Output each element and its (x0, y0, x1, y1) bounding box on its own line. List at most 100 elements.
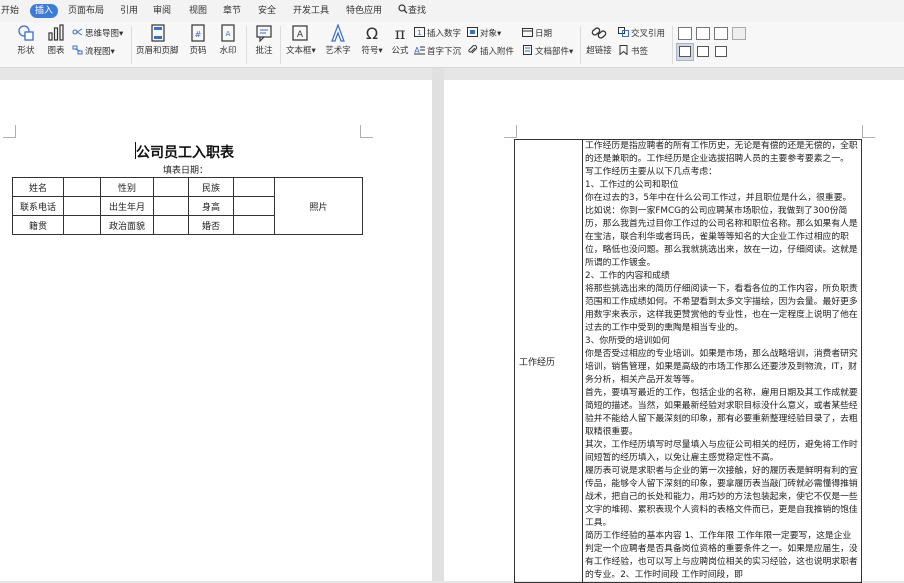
table-cell[interactable] (153, 177, 189, 197)
watermark-icon: A (221, 24, 235, 42)
textbox-style-4-icon[interactable] (732, 27, 746, 40)
table-cell[interactable]: 身高 (188, 196, 234, 216)
object-button[interactable]: 对象▾ (467, 27, 501, 39)
table-cell[interactable] (233, 196, 275, 216)
insert-number-button[interactable]: 1 插入数字 (414, 27, 461, 39)
art-text-label: 艺术字 (325, 46, 351, 56)
textbox-label: 文本框▾ (286, 46, 316, 56)
menu-find[interactable]: 查找 (398, 4, 426, 18)
work-experience-label[interactable]: 工作经历 (514, 139, 583, 583)
menu-view[interactable]: 视图 (189, 4, 207, 18)
calendar-icon (522, 28, 533, 37)
menu-review[interactable]: 审阅 (153, 4, 171, 18)
date-label: 日期 (535, 29, 553, 39)
menu-reference[interactable]: 引用 (120, 4, 138, 18)
object-icon (467, 27, 478, 37)
table-cell[interactable]: 联系电话 (12, 196, 64, 216)
svg-text:π: π (395, 24, 406, 42)
cross-reference-label: 交叉引用 (631, 29, 666, 39)
work-experience-content[interactable]: 工作经历是指应聘者的所有工作历史，无论是有偿的还是无偿的，全职的还是兼职的。工作… (582, 139, 862, 583)
menu-bar: 开始 插入 页面布局 引用 审阅 视图 章节 安全 开发工具 特色应用 查找 (0, 0, 904, 22)
chain-link-icon (591, 27, 607, 39)
shape-button[interactable]: 形状 (12, 24, 40, 57)
doc-parts-button[interactable]: 文档部件▾ (522, 45, 573, 57)
table-cell[interactable]: 婚否 (188, 215, 234, 235)
layout-1-icon[interactable] (679, 46, 691, 57)
page-number-button[interactable]: # 页码 (184, 24, 212, 57)
ribbon-separator (131, 26, 132, 64)
paperclip-icon (468, 45, 478, 54)
textbox-button[interactable]: A 文本框▾ (286, 24, 316, 57)
table-cell[interactable] (153, 215, 189, 235)
menu-find-label: 查找 (408, 6, 427, 16)
drop-cap-button[interactable]: A 首字下沉 (414, 45, 461, 57)
chart-button[interactable]: 图表 (42, 24, 70, 57)
table-cell[interactable]: 出生年月 (100, 196, 154, 216)
page-number-label: 页码 (189, 46, 207, 56)
header-footer-button[interactable]: 页眉和页脚 (136, 24, 179, 57)
textbox-style-2-icon[interactable] (696, 27, 710, 40)
comment-button[interactable]: 批注 (250, 24, 278, 57)
table-cell[interactable] (63, 177, 101, 197)
date-button[interactable]: 日期 (522, 27, 552, 39)
layout-3-icon[interactable] (715, 46, 727, 57)
layout-2-icon[interactable] (697, 46, 709, 57)
hyperlink-label: 超链接 (586, 46, 612, 56)
drop-cap-icon: A (414, 46, 425, 55)
omega-symbol-icon: Ω (366, 24, 378, 42)
drop-cap-label: 首字下沉 (427, 47, 462, 57)
cross-reference-button[interactable]: 交叉引用 (618, 27, 665, 39)
symbol-button[interactable]: Ω 符号▾ (358, 24, 386, 57)
insert-attachment-button[interactable]: 插入附件 (467, 45, 514, 57)
table-cell[interactable] (233, 177, 275, 197)
insert-attachment-label: 插入附件 (480, 47, 515, 57)
bookmark-label: 书签 (631, 47, 649, 57)
svg-text:A: A (226, 30, 231, 38)
watermark-button[interactable]: A 水印 (214, 24, 242, 57)
bookmark-icon (619, 45, 628, 55)
mindmap-icon (72, 28, 83, 36)
textbox-style-3-icon[interactable] (714, 27, 728, 40)
flowchart-button[interactable]: 流程图▾ (72, 45, 115, 57)
header-footer-label: 页眉和页脚 (136, 46, 179, 56)
doc-parts-icon (523, 45, 532, 55)
mindmap-button[interactable]: 思维导图▾ (72, 27, 123, 39)
shape-label: 形状 (17, 46, 35, 56)
work-experience-table: 工作经历 工作经历是指应聘者的所有工作历史，无论是有偿的还是无偿的，全职的还是兼… (514, 139, 862, 583)
textbox-style-1-icon[interactable] (678, 27, 692, 40)
doc-parts-label: 文档部件 (535, 47, 570, 57)
table-row: 工作经历 工作经历是指应聘者的所有工作历史，无论是有偿的还是无偿的，全职的还是兼… (514, 139, 862, 583)
employee-info-table: 姓名 性别 民族 照片 联系电话 出生年月 身高 籍贯 政治面貌 婚否 (12, 177, 363, 235)
cross-reference-icon (618, 27, 629, 37)
table-cell[interactable] (153, 196, 189, 216)
menu-security[interactable]: 安全 (258, 4, 276, 18)
table-cell[interactable] (233, 215, 275, 235)
table-cell[interactable]: 籍贯 (12, 215, 64, 235)
ribbon-toolbar: 形状 图表 思维导图▾ 流程图▾ 页眉和页脚 # 页码 A 水印 批注 A 文本… (0, 22, 904, 68)
object-label: 对象 (480, 29, 498, 39)
table-cell[interactable]: 性别 (100, 177, 154, 197)
formula-button[interactable]: π 公式 (386, 24, 414, 57)
hyperlink-button[interactable]: 超链接 (585, 24, 613, 57)
menu-page-layout[interactable]: 页面布局 (68, 4, 104, 18)
menu-chapter[interactable]: 章节 (223, 4, 241, 18)
menu-start[interactable]: 开始 (1, 4, 19, 18)
crop-mark (360, 125, 373, 138)
svg-text:A: A (297, 30, 304, 40)
table-cell[interactable]: 政治面貌 (100, 215, 154, 235)
bookmark-button[interactable]: 书签 (618, 45, 648, 57)
crop-mark (862, 125, 875, 138)
mindmap-label: 思维导图 (85, 29, 120, 39)
menu-insert[interactable]: 插入 (30, 4, 59, 18)
number-icon: 1 (414, 27, 425, 37)
crop-mark (504, 125, 517, 138)
pi-formula-icon: π (395, 24, 406, 42)
table-cell[interactable]: 姓名 (12, 177, 64, 197)
menu-developer[interactable]: 开发工具 (293, 4, 329, 18)
table-cell[interactable]: 民族 (188, 177, 234, 197)
table-cell[interactable] (63, 196, 101, 216)
table-cell[interactable] (63, 215, 101, 235)
art-text-button[interactable]: 艺术字 (324, 24, 352, 57)
menu-special[interactable]: 特色应用 (346, 4, 382, 18)
photo-cell[interactable]: 照片 (274, 177, 363, 235)
